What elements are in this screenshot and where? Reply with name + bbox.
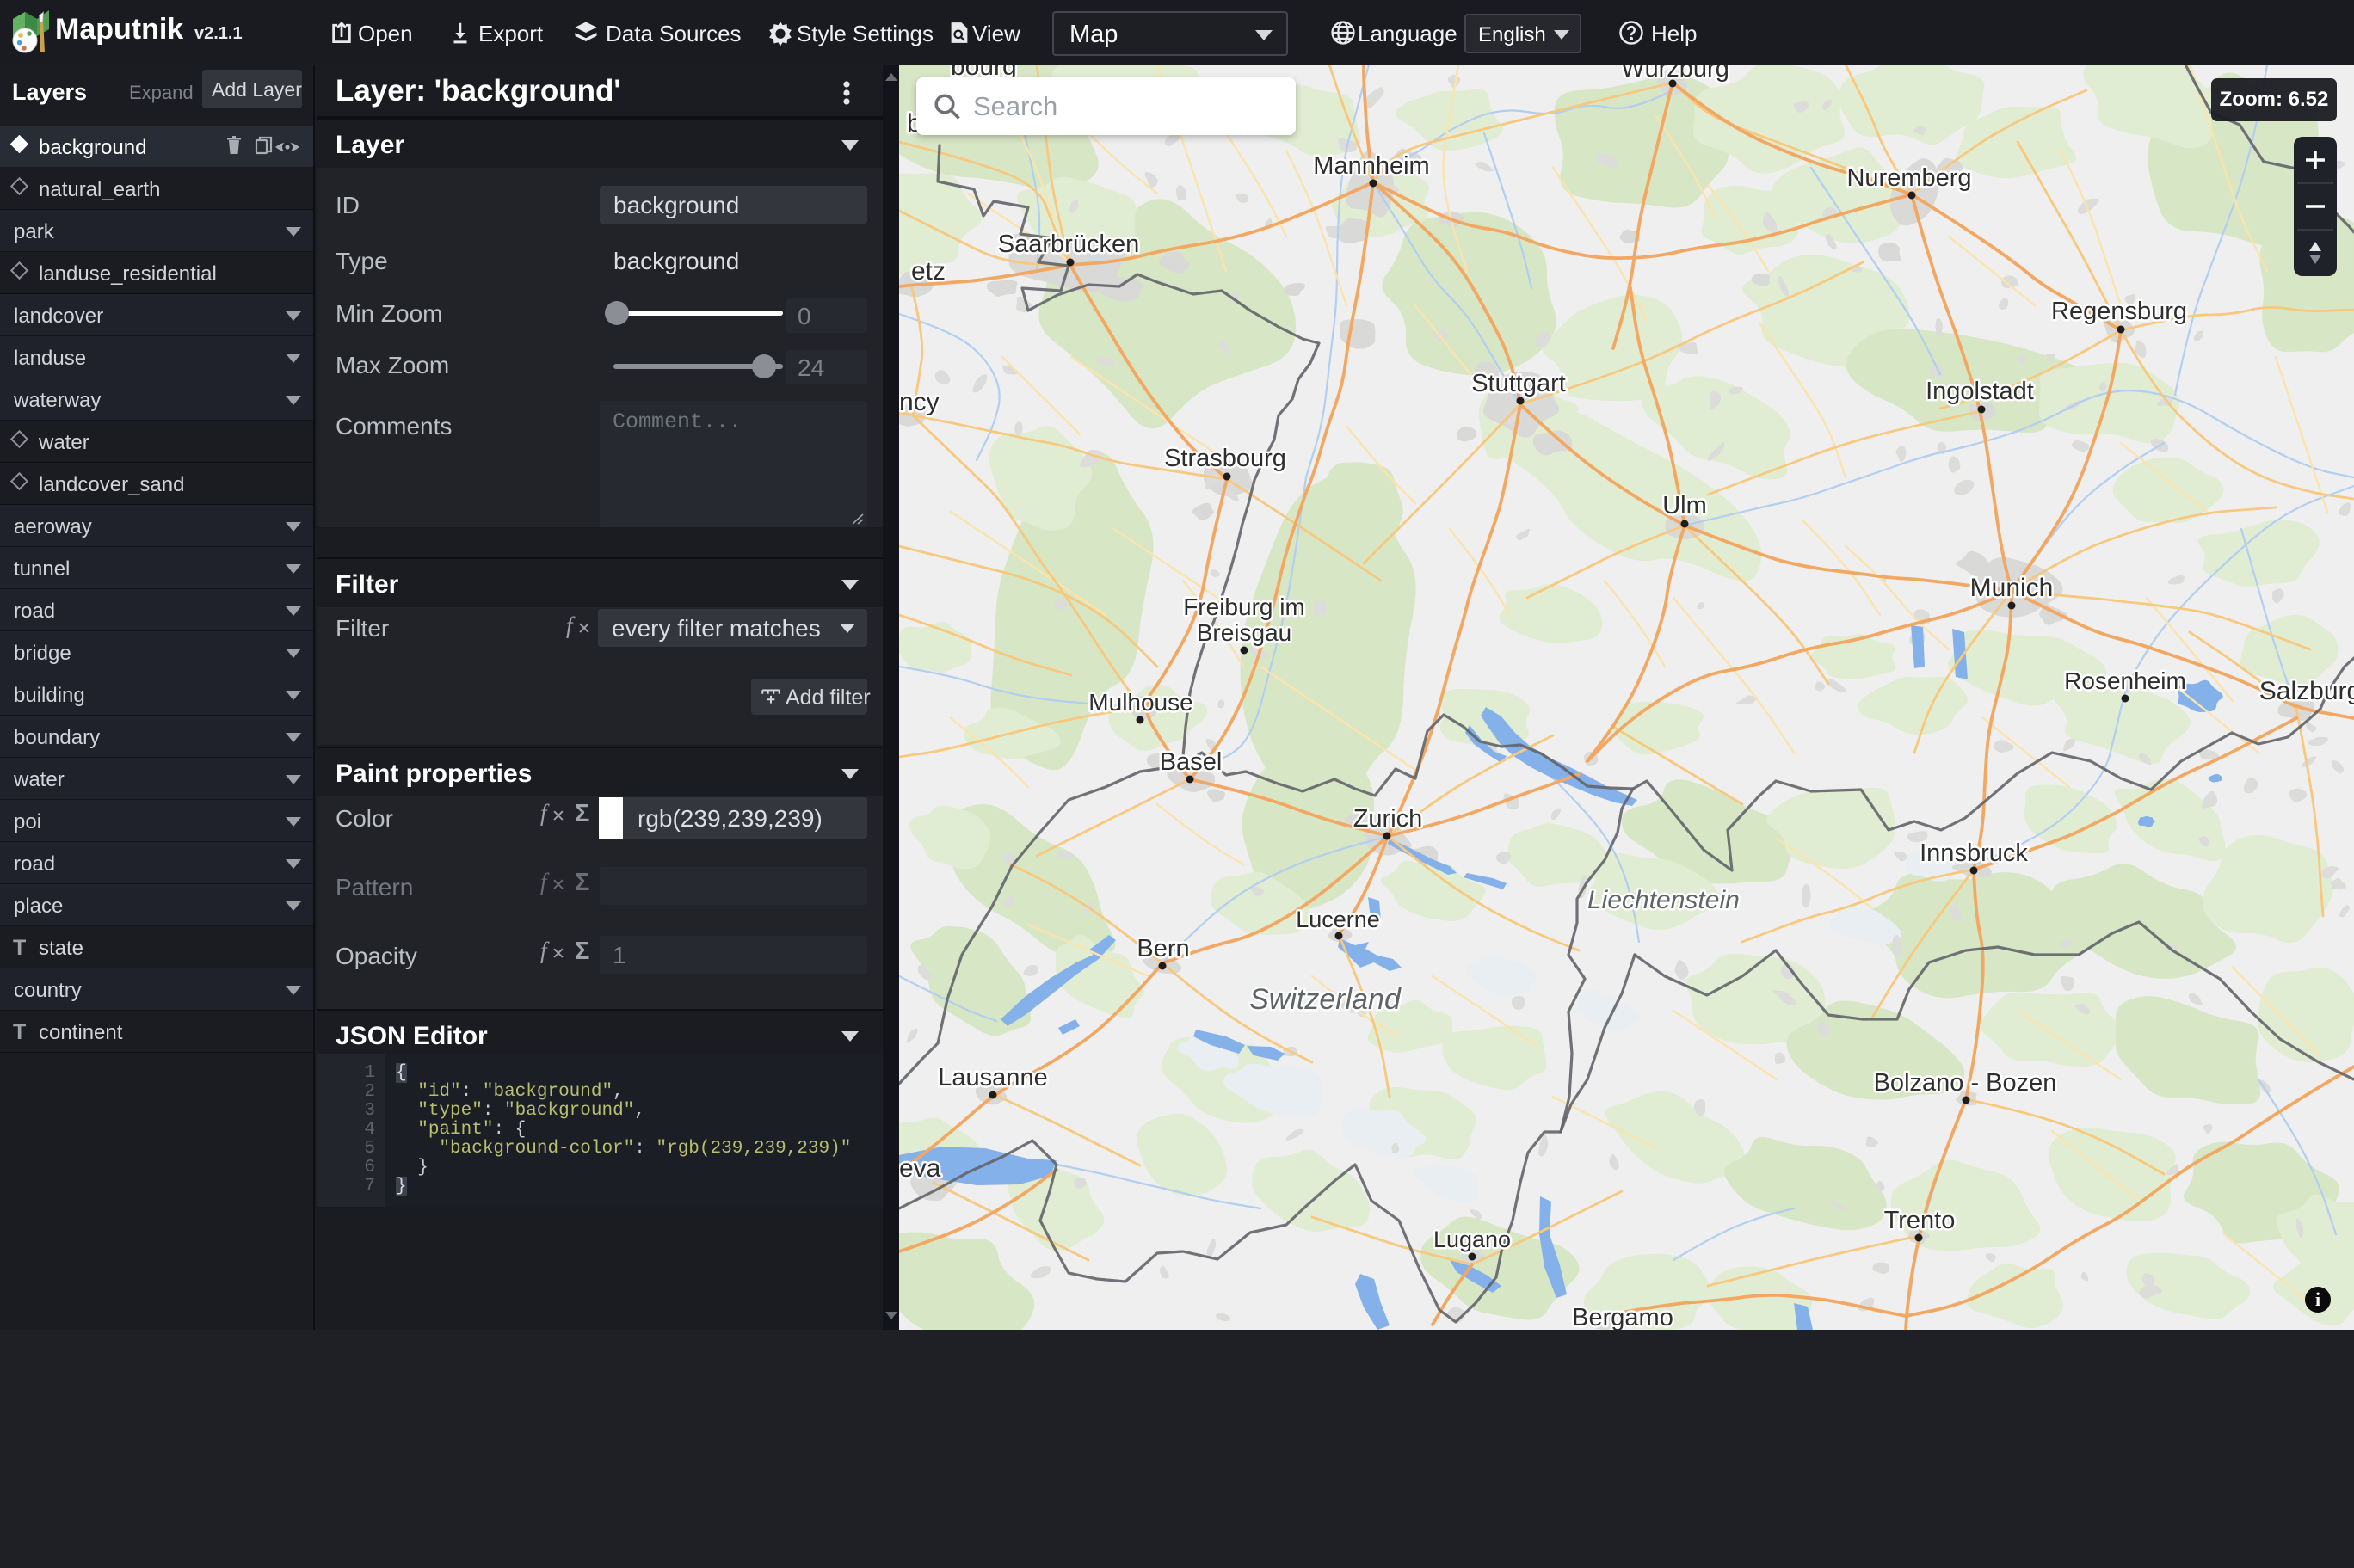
svg-text:Nuremberg: Nuremberg: [1846, 164, 1971, 192]
svg-text:Mulhouse: Mulhouse: [1088, 689, 1192, 716]
svg-text:Freiburg im: Freiburg im: [1183, 593, 1305, 620]
svg-text:Würzburg: Würzburg: [1621, 65, 1729, 83]
svg-text:Lugano: Lugano: [1433, 1227, 1511, 1252]
svg-text:Bern: Bern: [1137, 935, 1189, 962]
svg-text:etz: etz: [911, 257, 946, 286]
svg-text:Rosenheim: Rosenheim: [2064, 667, 2186, 694]
svg-text:Regensburg: Regensburg: [2051, 298, 2187, 325]
svg-text:Bolzano - Bozen: Bolzano - Bozen: [1874, 1069, 2057, 1097]
svg-text:Saarbrücken: Saarbrücken: [998, 231, 1139, 258]
svg-text:Bergamo: Bergamo: [1572, 1304, 1673, 1330]
svg-text:Strasbourg: Strasbourg: [1164, 445, 1286, 472]
svg-text:Trento: Trento: [1884, 1207, 1956, 1234]
svg-text:Lausanne: Lausanne: [938, 1064, 1047, 1091]
svg-text:Zurich: Zurich: [1353, 805, 1423, 833]
svg-text:ncy: ncy: [899, 388, 940, 416]
svg-text:Basel: Basel: [1160, 748, 1223, 776]
svg-text:Breisgau: Breisgau: [1197, 619, 1292, 646]
svg-text:Ulm: Ulm: [1662, 492, 1707, 520]
svg-text:Lucerne: Lucerne: [1296, 907, 1380, 932]
svg-text:Ingolstadt: Ingolstadt: [1926, 378, 2034, 405]
svg-text:Salzburg: Salzburg: [2259, 677, 2354, 705]
svg-text:Stuttgart: Stuttgart: [1471, 370, 1566, 397]
svg-text:Liechtenstein: Liechtenstein: [1587, 886, 1740, 914]
svg-text:Innsbruck: Innsbruck: [1920, 839, 2028, 867]
svg-text:Switzerland: Switzerland: [1249, 983, 1402, 1016]
svg-text:Mannheim: Mannheim: [1313, 152, 1429, 180]
svg-text:eva: eva: [899, 1154, 941, 1183]
svg-text:Munich: Munich: [1970, 574, 2054, 602]
